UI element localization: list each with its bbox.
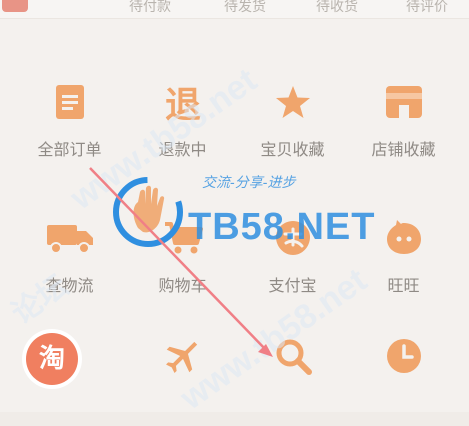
bottom-strip — [0, 412, 469, 426]
annotation-arrow — [89, 167, 273, 357]
